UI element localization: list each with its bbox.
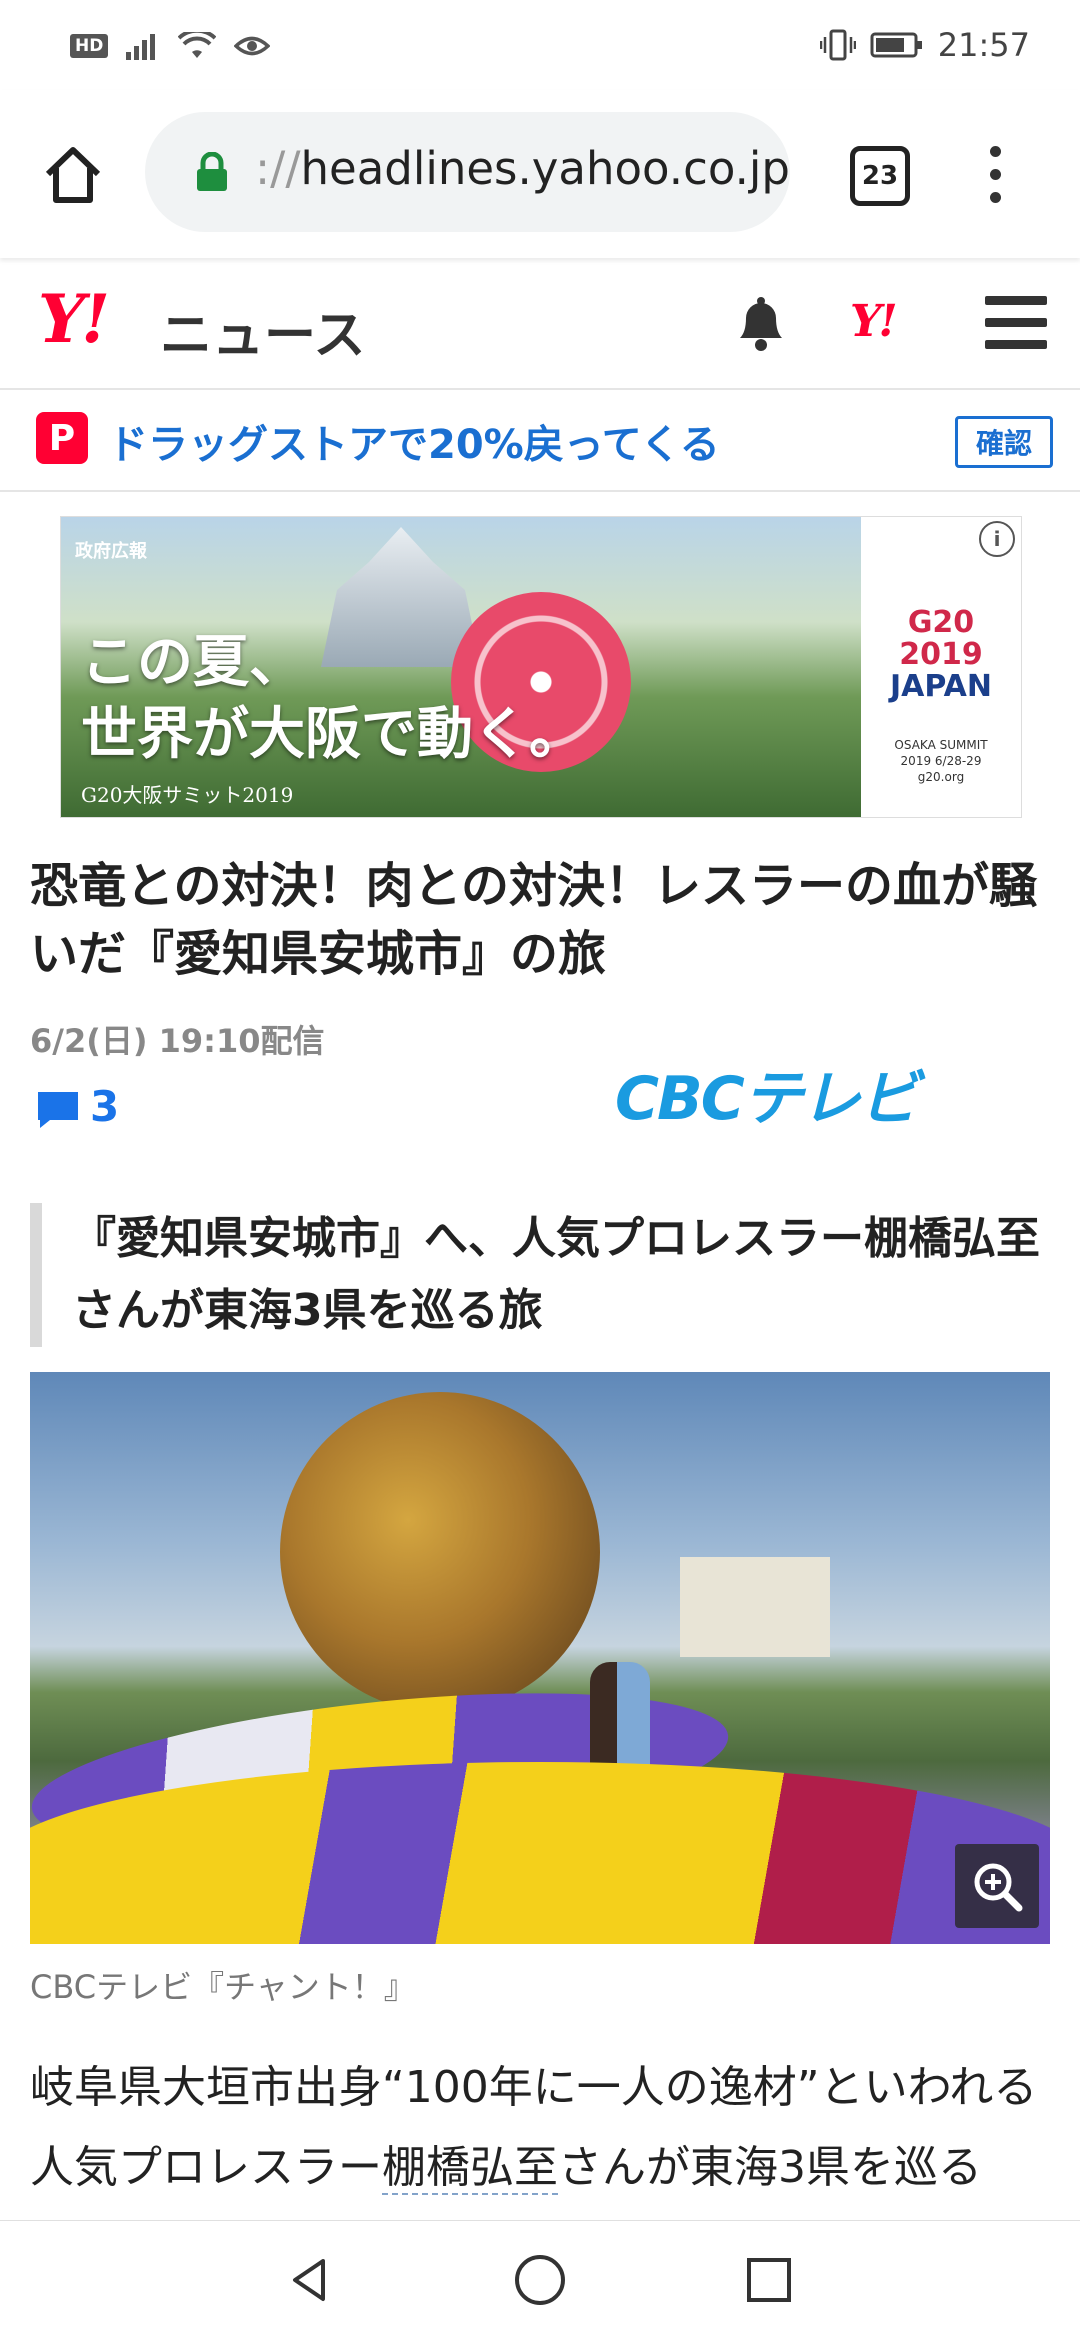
ad-gov-label: 政府広報 — [75, 541, 147, 562]
wifi-icon — [178, 32, 217, 58]
overflow-menu-icon[interactable] — [980, 140, 1010, 210]
yahoo-logo[interactable]: Y! — [38, 280, 110, 358]
photo-building — [680, 1557, 830, 1657]
signal-icon — [126, 34, 156, 60]
photo-tree — [280, 1392, 600, 1712]
article-title: 恐竜との対決！肉との対決！レスラーの血が騒いだ『愛知県安城市』の旅 — [30, 858, 1038, 982]
lock-icon — [195, 151, 229, 192]
yahoo-top-link[interactable]: Y! — [850, 296, 898, 347]
hamburger-menu-icon[interactable] — [985, 296, 1047, 350]
comment-icon[interactable] — [36, 1090, 80, 1130]
hd-icon: HD — [70, 34, 109, 58]
home-circle-icon[interactable] — [515, 2255, 565, 2305]
ad-banner[interactable]: 政府広報 この夏、 世界が大阪で動く。 G20大阪サミット2019 G20 20… — [60, 516, 1022, 818]
g20-line-2: 2019 — [899, 637, 983, 672]
photo-people — [590, 1662, 650, 1772]
news-section-title[interactable]: ニュース — [160, 293, 365, 368]
promo-confirm-button[interactable]: 確認 — [955, 416, 1053, 468]
g20-line-3: JAPAN — [890, 669, 992, 704]
photo-caption: CBCテレビ『チャント！』 — [30, 1968, 416, 2006]
recent-apps-icon[interactable] — [747, 2258, 791, 2302]
ad-info-icon[interactable]: i — [979, 521, 1015, 557]
tab-switcher-button[interactable]: 23 — [850, 146, 910, 206]
zoom-in-icon[interactable] — [955, 1844, 1039, 1928]
battery-icon — [870, 32, 922, 58]
promo-text[interactable]: ドラッグストアで20%戻ってくる — [108, 412, 720, 470]
article-subheading: 『愛知県安城市』へ、人気プロレスラー棚橋弘至さんが東海3県を巡る旅 — [30, 1203, 1072, 1347]
vibrate-icon — [819, 29, 856, 61]
status-left-icons: HD — [70, 24, 271, 68]
g20-logo: G20 2019 JAPAN — [861, 607, 1021, 703]
url-scheme: :// — [255, 142, 301, 195]
ad-headline-1: この夏、 — [81, 629, 305, 695]
eye-icon — [234, 36, 271, 56]
osaka-line-1: OSAKA SUMMIT — [894, 738, 988, 752]
osaka-summit-info: OSAKA SUMMIT 2019 6/28-29 g20.org — [861, 737, 1021, 785]
publisher-logo[interactable]: CBCテレビ — [615, 1050, 919, 1137]
back-icon[interactable] — [285, 2255, 335, 2305]
ad-subtitle: G20大阪サミット2019 — [81, 783, 294, 807]
ad-sidebar: G20 2019 JAPAN OSAKA SUMMIT 2019 6/28-29… — [861, 517, 1021, 817]
comment-count[interactable]: 3 — [90, 1082, 119, 1131]
ad-headline-2: 世界が大阪で動く。 — [81, 701, 585, 767]
article-photo[interactable] — [30, 1372, 1050, 1944]
osaka-line-3: g20.org — [917, 770, 965, 784]
url-host: headlines.yahoo.co.jp — [300, 142, 790, 195]
paypay-icon: P — [36, 412, 88, 464]
url-text[interactable]: ://headlines.yahoo.co.jp — [255, 142, 790, 195]
status-right-icons: 21:57 — [819, 20, 1030, 70]
home-icon[interactable] — [38, 140, 108, 210]
clock: 21:57 — [937, 26, 1030, 64]
article-date: 6/2(日) 19:10配信 — [30, 1022, 325, 1060]
person-link[interactable]: 棚橋弘至 — [382, 2142, 558, 2195]
bell-icon[interactable] — [728, 290, 794, 356]
osaka-line-2: 2019 6/28-29 — [900, 754, 982, 768]
photo-flowerbed-front — [30, 1762, 1050, 1944]
g20-line-1: G20 — [907, 605, 975, 640]
